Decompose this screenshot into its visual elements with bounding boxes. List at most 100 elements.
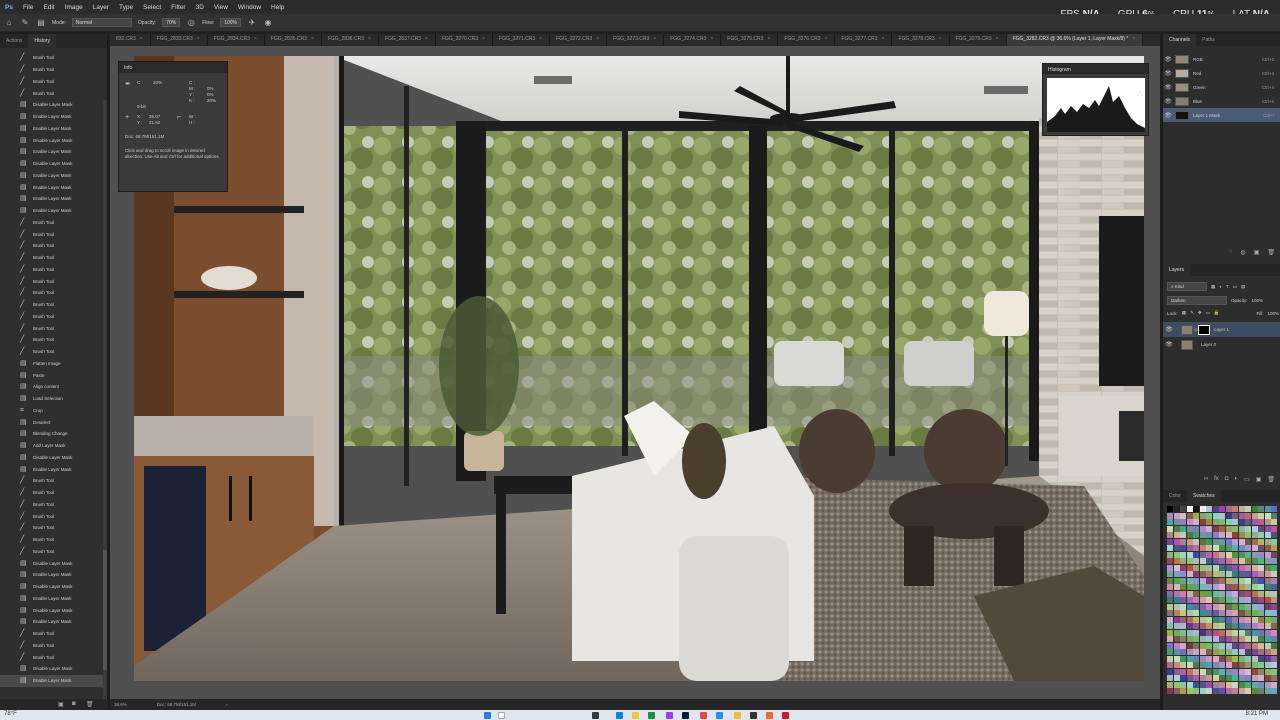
swatch[interactable]	[1271, 571, 1277, 577]
swatch[interactable]	[1167, 532, 1173, 538]
swatch[interactable]	[1180, 629, 1186, 636]
swatch[interactable]	[1251, 662, 1258, 668]
swatch[interactable]	[1219, 655, 1225, 662]
swatch[interactable]	[1206, 668, 1212, 675]
swatch[interactable]	[1193, 623, 1199, 629]
swatch[interactable]	[1264, 525, 1271, 532]
swatch[interactable]	[1271, 636, 1277, 642]
swatch[interactable]	[1180, 506, 1186, 512]
swatch[interactable]	[1245, 688, 1251, 694]
swatch[interactable]	[1167, 597, 1173, 603]
tab-actions[interactable]: Actions	[0, 34, 28, 48]
swatch[interactable]	[1193, 532, 1199, 538]
swatch[interactable]	[1173, 655, 1180, 662]
history-item[interactable]: ╱ Brush Tool	[0, 240, 104, 252]
history-item[interactable]: ▤ Enable Layer Mask	[0, 205, 104, 217]
doc-size[interactable]: Doc: 68.7M/151.1M	[157, 702, 196, 707]
swatch[interactable]	[1238, 629, 1245, 636]
swatch[interactable]	[1180, 649, 1186, 655]
link-icon[interactable]: ∞	[1194, 327, 1198, 333]
swatch[interactable]	[1206, 506, 1212, 512]
swatch[interactable]	[1186, 668, 1193, 675]
swatch[interactable]	[1167, 545, 1173, 551]
swatch[interactable]	[1232, 649, 1238, 655]
swatch[interactable]	[1186, 506, 1193, 512]
history-item[interactable]: ╱ Brush Tool	[0, 546, 104, 558]
swatch[interactable]	[1245, 512, 1251, 519]
menu-layer[interactable]: Layer	[88, 4, 114, 11]
swatch[interactable]	[1212, 675, 1219, 681]
lock-pixels-icon[interactable]: ▦	[1182, 310, 1186, 316]
swatch[interactable]	[1271, 603, 1277, 610]
swatch[interactable]	[1193, 545, 1199, 551]
swatch[interactable]	[1212, 623, 1219, 629]
swatch[interactable]	[1251, 623, 1258, 629]
history-item[interactable]: ╱ Brush Tool	[0, 264, 104, 276]
swatch[interactable]	[1245, 636, 1251, 642]
history-item[interactable]: ▤ Load Selection	[0, 393, 104, 405]
swatch[interactable]	[1167, 564, 1173, 571]
swatch[interactable]	[1186, 642, 1193, 649]
close-icon[interactable]: ×	[653, 36, 656, 42]
swatch[interactable]	[1167, 649, 1173, 655]
swatch[interactable]	[1219, 545, 1225, 551]
swatch[interactable]	[1219, 597, 1225, 603]
filter-pixel-icon[interactable]: ▦	[1211, 284, 1215, 290]
swatch[interactable]	[1212, 532, 1219, 538]
swatch[interactable]	[1264, 551, 1271, 558]
swatch[interactable]	[1193, 512, 1199, 519]
swatch[interactable]	[1173, 681, 1180, 688]
swatch[interactable]	[1212, 551, 1219, 558]
swatch[interactable]	[1238, 603, 1245, 610]
swatch[interactable]	[1180, 681, 1186, 688]
swatch[interactable]	[1212, 681, 1219, 688]
swatch[interactable]	[1173, 538, 1180, 545]
swatch[interactable]	[1212, 597, 1219, 603]
swatch[interactable]	[1232, 551, 1238, 558]
swatch[interactable]	[1180, 610, 1186, 616]
swatch[interactable]	[1225, 519, 1232, 525]
swatch[interactable]	[1180, 623, 1186, 629]
swatch[interactable]	[1251, 675, 1258, 681]
swatch[interactable]	[1219, 649, 1225, 655]
swatch[interactable]	[1258, 668, 1264, 675]
folder-icon[interactable]	[734, 712, 741, 719]
swatch[interactable]	[1232, 558, 1238, 564]
history-item[interactable]: ▤ Disable Layer Mask	[0, 452, 104, 464]
swatch[interactable]	[1245, 506, 1251, 512]
history-item[interactable]: ▤ Enable Layer Mask	[0, 170, 104, 182]
swatch[interactable]	[1206, 571, 1212, 577]
swatch[interactable]	[1264, 532, 1271, 538]
document-tab[interactable]: FGG_2833.CR3 ×	[151, 34, 208, 46]
swatch[interactable]	[1206, 610, 1212, 616]
swatch[interactable]	[1225, 681, 1232, 688]
swatch[interactable]	[1258, 623, 1264, 629]
swatch[interactable]	[1186, 688, 1193, 694]
load-selection-icon[interactable]: ◌	[1229, 249, 1233, 259]
swatch[interactable]	[1238, 577, 1245, 584]
swatch[interactable]	[1219, 512, 1225, 519]
close-icon[interactable]: ×	[254, 36, 257, 42]
swatch[interactable]	[1251, 668, 1258, 675]
history-item[interactable]: ╱ Brush Tool	[0, 346, 104, 358]
document-tab[interactable]: FGG_3275.CR3 ×	[721, 34, 779, 46]
swatch[interactable]	[1186, 655, 1193, 662]
swatch[interactable]	[1251, 532, 1258, 538]
swatch[interactable]	[1245, 584, 1251, 590]
channel-row[interactable]: 👁 Layer 1 Mask Ctrl+\	[1163, 108, 1280, 122]
swatch[interactable]	[1271, 675, 1277, 681]
swatch[interactable]	[1206, 532, 1212, 538]
swatch[interactable]	[1264, 675, 1271, 681]
swatch[interactable]	[1251, 558, 1258, 564]
swatch[interactable]	[1258, 571, 1264, 577]
swatch[interactable]	[1206, 636, 1212, 642]
swatch[interactable]	[1199, 649, 1206, 655]
swatch[interactable]	[1212, 616, 1219, 623]
swatch[interactable]	[1238, 558, 1245, 564]
history-item[interactable]: ▤ Add Layer Mask	[0, 440, 104, 452]
swatch[interactable]	[1167, 551, 1173, 558]
swatch[interactable]	[1199, 519, 1206, 525]
swatch[interactable]	[1238, 564, 1245, 571]
swatch[interactable]	[1212, 688, 1219, 694]
swatch[interactable]	[1206, 655, 1212, 662]
